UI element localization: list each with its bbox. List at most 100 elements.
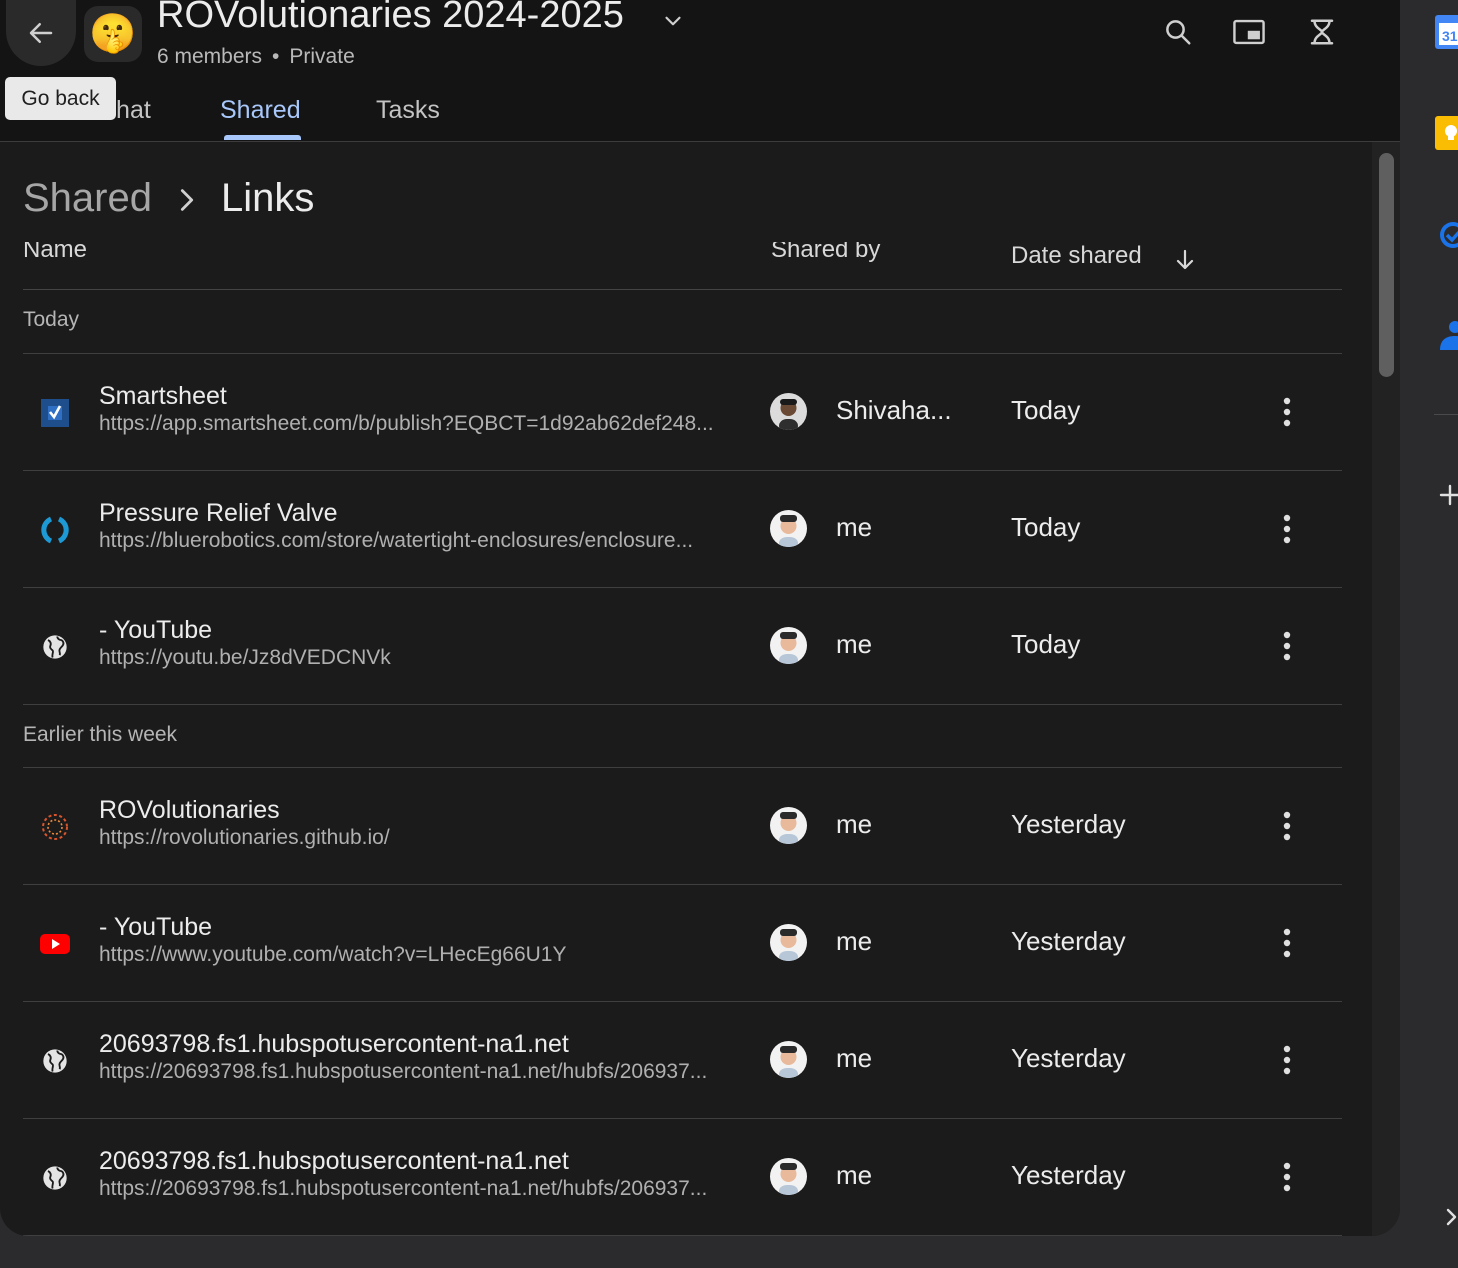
go-back-tooltip: Go back: [5, 77, 116, 120]
rovolutionaries-icon: [38, 810, 72, 844]
date-shared: Today: [1011, 512, 1081, 542]
shared-by-name: me: [836, 512, 873, 542]
side-panel-apps: 31: [1400, 0, 1458, 1268]
more-vert-icon: [1283, 514, 1291, 544]
shared-by-name: me: [836, 629, 873, 659]
tab-tasks[interactable]: Tasks: [376, 96, 440, 125]
open-in-popup-button[interactable]: [1231, 14, 1267, 50]
link-title: Smartsheet: [99, 382, 227, 410]
chat-space-panel: 🤫 ROVolutionaries 2024-2025 6 members • Pr…: [0, 0, 1400, 1236]
date-shared: Yesterday: [1011, 1043, 1126, 1073]
link-row[interactable]: - YouTube https://youtu.be/Jz8dVEDCNVk m…: [23, 588, 1342, 704]
more-vert-icon: [1283, 1045, 1291, 1075]
link-title: - YouTube: [99, 616, 213, 644]
divider: [23, 704, 1342, 705]
contacts-icon: [1440, 321, 1458, 350]
arrow-left-icon: [29, 23, 53, 43]
column-header-name[interactable]: Name: [23, 242, 143, 289]
more-options-button[interactable]: [1267, 624, 1307, 668]
divider: [23, 1235, 1342, 1236]
more-vert-icon: [1283, 811, 1291, 841]
date-shared: Yesterday: [1011, 926, 1126, 956]
back-button[interactable]: [6, 0, 76, 66]
scrollbar-thumb[interactable]: [1379, 153, 1394, 377]
avatar: [770, 924, 807, 961]
link-title: 20693798.fs1.hubspotusercontent-na1.net: [99, 1030, 569, 1058]
column-name-label: Name: [23, 242, 88, 263]
section-label-earlier-this-week: Earlier this week: [23, 723, 178, 746]
bluerobotics-icon: [38, 513, 72, 547]
link-title: ROVolutionaries: [99, 796, 280, 824]
link-url[interactable]: https://youtu.be/Jz8dVEDCNVk: [99, 646, 749, 670]
link-url[interactable]: https://rovolutionaries.github.io/: [99, 826, 749, 850]
link-url[interactable]: https://20693798.fs1.hubspotusercontent-…: [99, 1177, 749, 1201]
tasks-app-button[interactable]: [1435, 218, 1458, 252]
column-header-shared-by[interactable]: Shared by: [771, 242, 931, 289]
keep-app-button[interactable]: [1435, 116, 1458, 150]
links-list: Name Shared by Date shared Today Smartsh…: [0, 242, 1372, 1236]
divider: [23, 289, 1342, 290]
search-button[interactable]: [1160, 14, 1196, 50]
link-row[interactable]: - YouTube https://www.youtube.com/watch?…: [23, 885, 1342, 1001]
chevron-down-icon[interactable]: [660, 8, 686, 34]
calendar-app-button[interactable]: 31: [1435, 15, 1458, 49]
contacts-app-button[interactable]: [1435, 318, 1458, 352]
member-count[interactable]: 6 members: [157, 45, 262, 68]
section-label-today: Today: [23, 308, 80, 331]
more-options-button[interactable]: [1267, 507, 1307, 551]
column-shared-by-label: Shared by: [771, 242, 881, 263]
more-vert-icon: [1283, 631, 1291, 661]
link-title: Pressure Relief Valve: [99, 499, 338, 527]
threads-button[interactable]: [1304, 14, 1340, 50]
more-options-button[interactable]: [1267, 1038, 1307, 1082]
more-options-button[interactable]: [1267, 921, 1307, 965]
avatar: [770, 393, 807, 430]
group-avatar[interactable]: 🤫: [84, 6, 142, 62]
date-shared: Yesterday: [1011, 809, 1126, 839]
column-header-date-shared[interactable]: Date shared: [1011, 242, 1211, 289]
youtube-icon: [38, 927, 72, 961]
more-options-button[interactable]: [1267, 390, 1307, 434]
date-shared: Today: [1011, 395, 1081, 425]
avatar: [770, 627, 807, 664]
shared-by-name: me: [836, 1043, 873, 1073]
link-url[interactable]: https://20693798.fs1.hubspotusercontent-…: [99, 1060, 749, 1084]
link-url[interactable]: https://bluerobotics.com/store/watertigh…: [99, 529, 749, 553]
get-add-ons-button[interactable]: [1435, 478, 1458, 512]
breadcrumb-shared[interactable]: Shared: [23, 176, 152, 221]
space-header: 🤫 ROVolutionaries 2024-2025 6 members • Pr…: [0, 0, 1400, 142]
globe-icon: [38, 630, 72, 664]
link-row[interactable]: Pressure Relief Valve https://blueroboti…: [23, 471, 1342, 587]
shared-by-name: me: [836, 1160, 873, 1190]
calendar-day-number: 31: [1442, 28, 1458, 44]
chevron-right-icon: [180, 189, 194, 211]
search-icon: [1166, 20, 1191, 45]
link-row[interactable]: Smartsheet https://app.smartsheet.com/b/…: [23, 354, 1342, 470]
add-icon: [1439, 484, 1458, 506]
more-vert-icon: [1283, 928, 1291, 958]
more-options-button[interactable]: [1267, 1155, 1307, 1199]
picture-in-picture-icon: [1233, 19, 1265, 45]
show-side-panel-button[interactable]: [1435, 1200, 1458, 1234]
shared-by-name: Shivaha...: [836, 395, 952, 425]
divider: [1434, 414, 1458, 415]
link-row[interactable]: 20693798.fs1.hubspotusercontent-na1.net …: [23, 1119, 1342, 1235]
more-options-button[interactable]: [1267, 804, 1307, 848]
date-shared: Today: [1011, 629, 1081, 659]
space-title[interactable]: ROVolutionaries 2024-2025: [157, 0, 624, 37]
shared-by-name: me: [836, 809, 873, 839]
breadcrumb-links: Links: [221, 176, 315, 220]
smartsheet-icon: [38, 396, 72, 430]
more-vert-icon: [1283, 397, 1291, 427]
arrow-down-sort-icon: [1176, 249, 1194, 270]
link-row[interactable]: 20693798.fs1.hubspotusercontent-na1.net …: [23, 1002, 1342, 1118]
link-url[interactable]: https://app.smartsheet.com/b/publish?EQB…: [99, 412, 749, 436]
avatar: [770, 1158, 807, 1195]
tab-shared[interactable]: Shared: [220, 96, 301, 125]
link-url[interactable]: https://www.youtube.com/watch?v=LHecEg66…: [99, 943, 749, 967]
avatar: [770, 807, 807, 844]
link-row[interactable]: ROVolutionaries https://rovolutionaries.…: [23, 768, 1342, 884]
calendar-icon: 31: [1435, 15, 1458, 49]
globe-icon: [38, 1161, 72, 1195]
more-vert-icon: [1283, 1162, 1291, 1192]
